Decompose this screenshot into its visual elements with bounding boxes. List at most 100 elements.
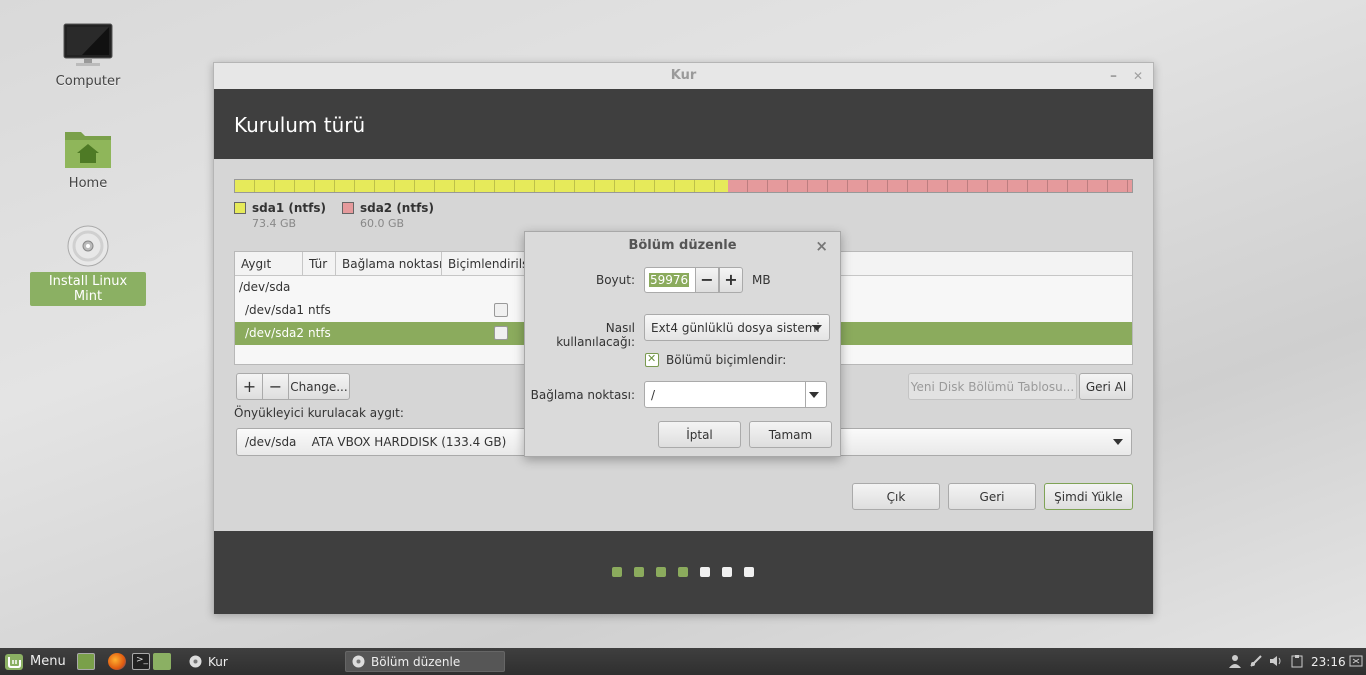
usage-label: Nasıl kullanılacağı: <box>556 321 635 349</box>
progress-dot <box>634 567 644 577</box>
legend-row: sda2 (ntfs) <box>341 201 434 215</box>
mount-point-input[interactable]: / <box>644 381 827 408</box>
dialog-title: Bölüm düzenle <box>628 238 737 253</box>
progress-dot <box>612 567 622 577</box>
progress-dot <box>722 567 732 577</box>
filesystem-select[interactable]: Ext4 günlüklü dosya sistemi <box>644 314 830 341</box>
page-title: Kurulum türü <box>214 89 1153 159</box>
row-device: /dev/sda2 <box>245 326 305 340</box>
computer-icon <box>63 23 113 66</box>
row-device: /dev/sda <box>239 280 291 294</box>
legend-size: 60.0 GB <box>359 217 405 230</box>
format-checkbox[interactable] <box>494 303 508 317</box>
chevron-down-icon <box>1113 439 1123 445</box>
minimize-button[interactable]: – <box>1110 63 1117 89</box>
chevron-down-icon <box>812 325 822 331</box>
installer-footer <box>214 531 1153 614</box>
size-increase-button[interactable]: + <box>719 267 743 293</box>
row-type: ntfs <box>308 303 331 317</box>
legend-item: sda1 (ntfs) 73.4 GB <box>234 201 326 230</box>
back-button[interactable]: Geri <box>948 483 1036 510</box>
format-checkbox[interactable] <box>494 326 508 340</box>
row-device: /dev/sda1 <box>245 303 305 317</box>
legend-size: 73.4 GB <box>252 217 297 230</box>
add-partition-button[interactable]: + <box>236 373 263 400</box>
column-header-mount[interactable]: Bağlama noktası <box>336 252 442 275</box>
mount-point-value: / <box>651 388 656 402</box>
size-decrease-button[interactable]: − <box>695 267 719 293</box>
window-titlebar[interactable]: Kur – ✕ <box>214 63 1153 89</box>
bootloader-device-value: /dev/sda ATA VBOX HARDDISK (133.4 GB) <box>245 435 507 449</box>
progress-dot <box>656 567 666 577</box>
task-label: Kur <box>208 654 228 669</box>
change-partition-button[interactable]: Change... <box>288 373 350 400</box>
bootloader-label: Önyükleyici kurulacak aygıt: <box>234 406 404 420</box>
clipboard-icon[interactable] <box>1290 654 1304 668</box>
desktop-icon-home[interactable]: Home <box>30 126 146 193</box>
column-header-device[interactable]: Aygıt <box>235 252 303 275</box>
legend-swatch <box>341 202 354 214</box>
cancel-button[interactable]: İptal <box>658 421 741 448</box>
legend-item: sda2 (ntfs) 60.0 GB <box>341 201 434 230</box>
volume-icon[interactable] <box>1269 654 1283 668</box>
new-partition-table-button[interactable]: Yeni Disk Bölümü Tablosu... <box>908 373 1077 400</box>
dialog-titlebar[interactable]: Bölüm düzenle × <box>525 232 840 260</box>
progress-dot <box>744 567 754 577</box>
size-value: 59976 <box>649 273 690 287</box>
remove-partition-button[interactable]: − <box>262 373 289 400</box>
close-button[interactable]: ✕ <box>1133 63 1143 89</box>
files-icon[interactable] <box>153 653 171 670</box>
size-unit: MB <box>752 273 771 287</box>
ok-button[interactable]: Tamam <box>749 421 832 448</box>
size-input[interactable]: 59976 <box>644 267 696 293</box>
desktop-icon-computer[interactable]: Computer <box>30 22 146 91</box>
format-label: Bölümü biçimlendir: <box>666 353 787 367</box>
cd-icon <box>352 655 365 668</box>
cd-icon <box>189 655 202 668</box>
desktop-icon-label: Install Linux Mint <box>30 272 146 306</box>
column-header-type[interactable]: Tür <box>303 252 336 275</box>
mount-label: Bağlama noktası: <box>530 388 635 402</box>
legend-row: sda1 (ntfs) <box>234 201 326 215</box>
revert-button[interactable]: Geri Al <box>1079 373 1133 400</box>
desktop-icon-label: Home <box>68 176 108 191</box>
partition-bar <box>234 179 1133 193</box>
taskbar-task-installer[interactable]: Kur <box>183 651 343 672</box>
user-icon[interactable] <box>1228 654 1242 668</box>
progress-dots <box>612 567 754 577</box>
window-title: Kur <box>670 68 697 83</box>
taskbar-task-edit-partition[interactable]: Bölüm düzenle <box>345 651 505 672</box>
legend-swatch <box>234 202 246 214</box>
firefox-icon[interactable] <box>108 653 126 670</box>
mint-logo-icon <box>5 653 23 670</box>
size-label: Boyut: <box>595 273 635 287</box>
partition-segment <box>728 180 1132 192</box>
format-partition-checkbox[interactable] <box>645 352 659 367</box>
partition-segment <box>235 180 729 192</box>
desktop-icon-install-linux-mint[interactable]: Install Linux Mint <box>30 224 146 306</box>
cd-icon <box>67 225 109 267</box>
column-header-format[interactable]: Biçimlendirils <box>442 252 532 275</box>
menu-label: Menu <box>30 654 66 669</box>
terminal-icon[interactable]: >_ <box>132 653 150 670</box>
network-icon[interactable] <box>1249 654 1263 668</box>
row-type: ntfs <box>308 326 331 340</box>
chevron-down-icon[interactable] <box>809 392 819 398</box>
taskbar: Menu >_ Kur Bölüm düzenle 23:16 <box>0 648 1366 675</box>
home-folder-icon <box>65 132 111 168</box>
edit-partition-dialog: Bölüm düzenle × Boyut: 59976 − + MB Nası… <box>524 231 841 457</box>
legend-name: sda1 (ntfs) <box>252 201 326 215</box>
dialog-close-icon[interactable]: × <box>815 232 828 260</box>
show-desktop-icon[interactable] <box>77 653 95 670</box>
legend-name: sda2 (ntfs) <box>359 201 434 215</box>
filesystem-value: Ext4 günlüklü dosya sistemi <box>651 321 820 335</box>
task-label: Bölüm düzenle <box>371 654 461 669</box>
shutdown-icon[interactable] <box>1349 654 1363 668</box>
combo-separator <box>805 382 806 407</box>
install-now-button[interactable]: Şimdi Yükle <box>1044 483 1133 510</box>
menu-button[interactable]: Menu <box>4 648 66 675</box>
quit-button[interactable]: Çık <box>852 483 940 510</box>
terminal-prompt-icon: >_ <box>136 655 149 665</box>
clock[interactable]: 23:16 <box>1311 655 1346 669</box>
desktop-icon-label: Computer <box>55 74 121 89</box>
